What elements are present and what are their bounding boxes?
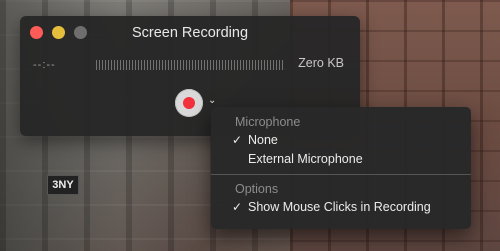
menu-section-options: Options bbox=[235, 182, 279, 196]
record-button[interactable] bbox=[175, 89, 203, 117]
menu-divider bbox=[211, 174, 471, 175]
window-title: Screen Recording bbox=[131, 25, 249, 41]
menu-item-mic-none[interactable]: ✓ None bbox=[211, 131, 471, 150]
menu-item-show-clicks[interactable]: ✓ Show Mouse Clicks in Recording bbox=[211, 198, 471, 217]
menu-item-label: External Microphone bbox=[248, 152, 363, 166]
checkmark-icon: ✓ bbox=[232, 200, 243, 214]
menu-item-mic-external[interactable]: External Microphone bbox=[211, 150, 471, 169]
checkmark-icon: ✓ bbox=[232, 133, 243, 147]
street-sign: 3NY bbox=[47, 175, 79, 195]
file-size: Zero KB bbox=[298, 56, 344, 70]
options-menu: Microphone ✓ None External Microphone Op… bbox=[211, 107, 471, 229]
chevron-down-icon[interactable]: ⌄ bbox=[208, 96, 216, 106]
menu-section-microphone: Microphone bbox=[235, 115, 301, 129]
elapsed-time: --:-- bbox=[33, 59, 56, 71]
audio-level-meter bbox=[96, 60, 284, 70]
menu-item-label: None bbox=[248, 133, 278, 147]
menu-item-label: Show Mouse Clicks in Recording bbox=[248, 200, 431, 214]
record-dot-icon bbox=[183, 97, 195, 109]
